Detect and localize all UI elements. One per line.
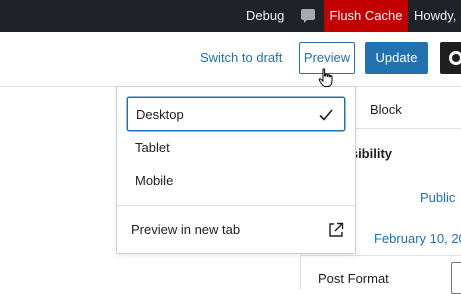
tab-block[interactable]: Block bbox=[370, 102, 402, 117]
visibility-toggle[interactable]: Public bbox=[420, 190, 455, 205]
admin-bar: Debug Flush Cache Howdy, S bbox=[0, 0, 461, 32]
gear-icon bbox=[447, 49, 461, 67]
menu-item-label: Mobile bbox=[135, 173, 173, 188]
menu-item-desktop[interactable]: Desktop bbox=[127, 97, 345, 131]
check-icon bbox=[318, 107, 334, 123]
debug-menu-item[interactable]: Debug bbox=[246, 0, 284, 32]
menu-item-label: Tablet bbox=[135, 140, 170, 155]
publish-date-toggle[interactable]: February 10, 20 bbox=[374, 231, 461, 246]
update-button[interactable]: Update bbox=[365, 42, 428, 74]
flush-cache-button[interactable]: Flush Cache bbox=[324, 0, 408, 32]
menu-separator bbox=[117, 205, 355, 206]
menu-item-label: Preview in new tab bbox=[131, 222, 240, 237]
menu-item-mobile[interactable]: Mobile bbox=[127, 164, 345, 198]
comment-bubble-icon[interactable] bbox=[300, 8, 316, 24]
menu-item-tablet[interactable]: Tablet bbox=[127, 131, 345, 165]
howdy-user-menu[interactable]: Howdy, S bbox=[414, 0, 461, 32]
settings-button[interactable] bbox=[440, 42, 461, 74]
menu-item-preview-new-tab[interactable]: Preview in new tab bbox=[123, 213, 349, 247]
external-link-icon bbox=[327, 221, 345, 239]
sidebar-row-divider bbox=[300, 255, 461, 256]
hand-cursor-icon bbox=[318, 68, 334, 88]
post-format-label: Post Format bbox=[318, 271, 389, 286]
post-format-select[interactable] bbox=[451, 262, 461, 294]
switch-to-draft-button[interactable]: Switch to draft bbox=[196, 42, 286, 74]
preview-dropdown-menu: Desktop Tablet Mobile Preview in new tab bbox=[116, 86, 356, 254]
menu-item-label: Desktop bbox=[136, 107, 184, 122]
